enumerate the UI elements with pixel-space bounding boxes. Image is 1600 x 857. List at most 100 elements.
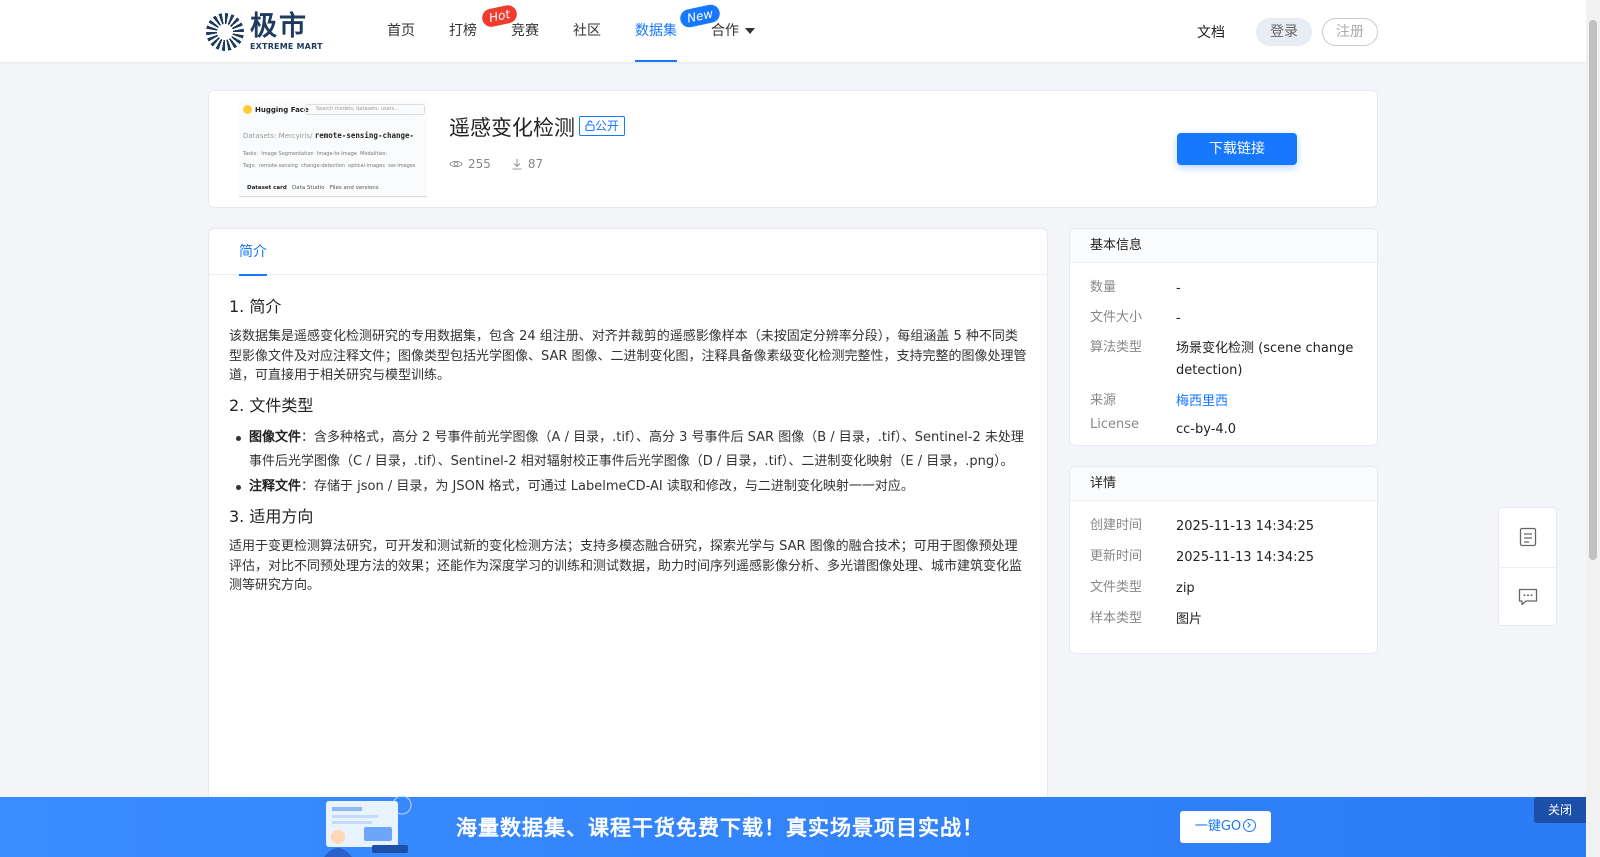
top-header: 极市 EXTREME MART 首页 打榜 Hot 竞赛 社区 数据集 New … xyxy=(0,0,1586,62)
nav-home-label: 首页 xyxy=(387,23,415,39)
scrollbar-thumb[interactable] xyxy=(1589,20,1597,560)
info-value: 2025-11-13 14:34:25 xyxy=(1176,519,1315,534)
thumb-task2: Image-to-Image xyxy=(316,151,357,157)
info-value: 图片 xyxy=(1176,612,1203,627)
section-heading-intro: 1. 简介 xyxy=(229,297,282,316)
nav-competition-label: 竞赛 xyxy=(511,23,539,39)
section-heading-applications: 3. 适用方向 xyxy=(229,507,314,526)
info-key: 来源 xyxy=(1090,393,1117,408)
dataset-content-card: 简介 1. 简介 该数据集是遥感变化检测研究的专用数据集，包含 24 组注册、对… xyxy=(208,228,1048,857)
thumb-tasks: Tasks: Image Segmentation Image-to-Image… xyxy=(243,151,387,157)
view-count: 255 xyxy=(449,157,491,171)
logo-cn-text: 极市 xyxy=(250,11,308,42)
info-key: 文件大小 xyxy=(1090,310,1143,325)
logo-mark-icon xyxy=(206,13,244,51)
arrow-right-circle-icon xyxy=(1243,819,1257,832)
thumb-divider xyxy=(239,196,427,197)
thumb-tab3: Files and versions xyxy=(329,185,379,191)
page-scrollbar[interactable] xyxy=(1586,0,1600,857)
promo-banner: 海量数据集、课程干货免费下载！真实场景项目实战！ 一键GO 关闭 xyxy=(0,795,1586,857)
thumb-tab1: Dataset card xyxy=(247,185,287,191)
dataset-header-card: Hugging Face Search models, datasets, us… xyxy=(208,90,1378,208)
info-key: 更新时间 xyxy=(1090,549,1143,564)
thumb-tag2: change-detection xyxy=(301,163,345,169)
download-count: 87 xyxy=(511,157,543,171)
source-link[interactable]: 梅西里西 xyxy=(1176,391,1366,413)
register-button[interactable]: 注册 xyxy=(1322,18,1378,46)
thumb-site-name: Hugging Face xyxy=(255,105,309,114)
dataset-thumbnail: Hugging Face Search models, datasets, us… xyxy=(239,101,427,199)
promo-text: 海量数据集、课程干货免费下载！真实场景项目实战！ xyxy=(456,816,984,840)
list-item-body: ：存储于 json / 目录，为 JSON 格式，可通过 LabelmeCD-A… xyxy=(301,478,914,494)
docs-link[interactable]: 文档 xyxy=(1197,22,1225,42)
view-count-value: 255 xyxy=(468,157,491,171)
list-item-title: 注释文件 xyxy=(249,478,302,494)
site-logo[interactable]: 极市 EXTREME MART xyxy=(206,13,323,51)
chat-icon xyxy=(1518,588,1537,606)
tab-intro[interactable]: 简介 xyxy=(239,229,267,276)
document-icon xyxy=(1519,527,1536,547)
feedback-tool-button[interactable] xyxy=(1499,567,1556,625)
download-count-value: 87 xyxy=(527,157,544,171)
info-key: 数量 xyxy=(1090,280,1117,295)
thumb-tags: Tags: remote-sensing change-detection op… xyxy=(243,163,416,169)
nav-datasets[interactable]: 数据集 New xyxy=(618,0,722,62)
promo-illustration-icon xyxy=(324,795,412,857)
download-icon xyxy=(512,159,522,170)
thumb-tag1: remote-sensing xyxy=(258,163,298,169)
info-value: 场景变化检测 (scene change detection) xyxy=(1176,341,1354,378)
nav-cooperation[interactable]: 合作 xyxy=(694,0,772,62)
thumb-tag4: sar-images xyxy=(388,163,416,169)
nav-cooperation-label: 合作 xyxy=(711,23,739,39)
section-heading-file-types: 2. 文件类型 xyxy=(229,395,314,415)
unlock-icon xyxy=(585,120,595,132)
nav-leaderboard[interactable]: 打榜 Hot xyxy=(432,0,519,62)
chevron-down-icon xyxy=(745,28,755,34)
details-panel: 详情 创建时间 2025-11-13 14:34:25 更新时间 2025-11… xyxy=(1069,466,1378,654)
document-tool-button[interactable] xyxy=(1499,508,1556,566)
thumb-tag3: optical-images xyxy=(348,163,385,169)
thumb-tags-label: Tags: xyxy=(243,163,256,169)
details-title: 详情 xyxy=(1070,467,1377,501)
main-nav: 首页 打榜 Hot 竞赛 社区 数据集 New 合作 xyxy=(370,0,772,62)
hugging-face-icon xyxy=(243,105,252,114)
thumb-modalities: Modalities: xyxy=(360,151,388,157)
list-item-title: 图像文件 xyxy=(249,429,302,445)
promo-go-label: 一键GO xyxy=(1194,819,1242,834)
nav-community[interactable]: 社区 xyxy=(556,0,618,62)
list-item-body: ：含多种格式，高分 2 号事件前光学图像（A / 目录，.tif）、高分 3 号… xyxy=(249,429,1024,470)
public-badge: 公开 xyxy=(579,116,626,136)
nav-competition[interactable]: 竞赛 xyxy=(494,0,556,62)
thumb-repo: remote-sensing-change- xyxy=(314,131,415,140)
nav-home[interactable]: 首页 xyxy=(370,0,432,62)
dataset-description: 1. 简介 该数据集是遥感变化检测研究的专用数据集，包含 24 组注册、对齐并裁… xyxy=(229,295,1029,604)
login-button[interactable]: 登录 xyxy=(1256,18,1312,46)
info-key: 文件类型 xyxy=(1090,580,1143,595)
thumb-tab2: Data Studio xyxy=(292,185,325,191)
thumb-task1: Image Segmentation xyxy=(261,151,314,157)
basic-info-panel: 基本信息 数量 - 文件大小 - 算法类型 场景变化检测 (scene chan… xyxy=(1069,228,1378,446)
thumb-owner: Mercyiris xyxy=(278,132,311,140)
applications-paragraph: 适用于变更检测算法研究，可开发和测试新的变化检测方法；支持多模态融合研究，探索光… xyxy=(229,539,1023,593)
info-key: 算法类型 xyxy=(1090,340,1143,355)
eye-icon xyxy=(449,160,463,168)
thumb-tasks-label: Tasks: xyxy=(243,151,259,157)
thumb-tabs: Dataset card Data Studio Files and versi… xyxy=(247,185,379,191)
public-badge-label: 公开 xyxy=(595,119,620,133)
basic-info-title: 基本信息 xyxy=(1070,229,1377,263)
download-link-button[interactable]: 下载链接 xyxy=(1177,133,1297,165)
promo-close-button[interactable]: 关闭 xyxy=(1534,797,1586,823)
info-value: zip xyxy=(1176,581,1195,596)
promo-go-button[interactable]: 一键GO xyxy=(1180,811,1271,843)
thumb-title: Datasets: Mercyiris/ remote-sensing-chan… xyxy=(243,131,415,140)
list-item: 图像文件：含多种格式，高分 2 号事件前光学图像（A / 目录，.tif）、高分… xyxy=(236,426,1029,475)
file-type-list: 图像文件：含多种格式，高分 2 号事件前光学图像（A / 目录，.tif）、高分… xyxy=(229,426,1029,500)
info-key: 样本类型 xyxy=(1090,611,1143,626)
info-value: - xyxy=(1176,281,1181,296)
dataset-title: 遥感变化检测 xyxy=(449,116,575,140)
info-value: - xyxy=(1176,311,1181,326)
floating-toolbar xyxy=(1498,507,1557,626)
info-value: 2025-11-13 14:34:25 xyxy=(1176,550,1315,565)
intro-paragraph: 该数据集是遥感变化检测研究的专用数据集，包含 24 组注册、对齐并裁剪的遥感影像… xyxy=(229,329,1027,383)
thumb-prefix: Datasets: xyxy=(243,132,277,140)
